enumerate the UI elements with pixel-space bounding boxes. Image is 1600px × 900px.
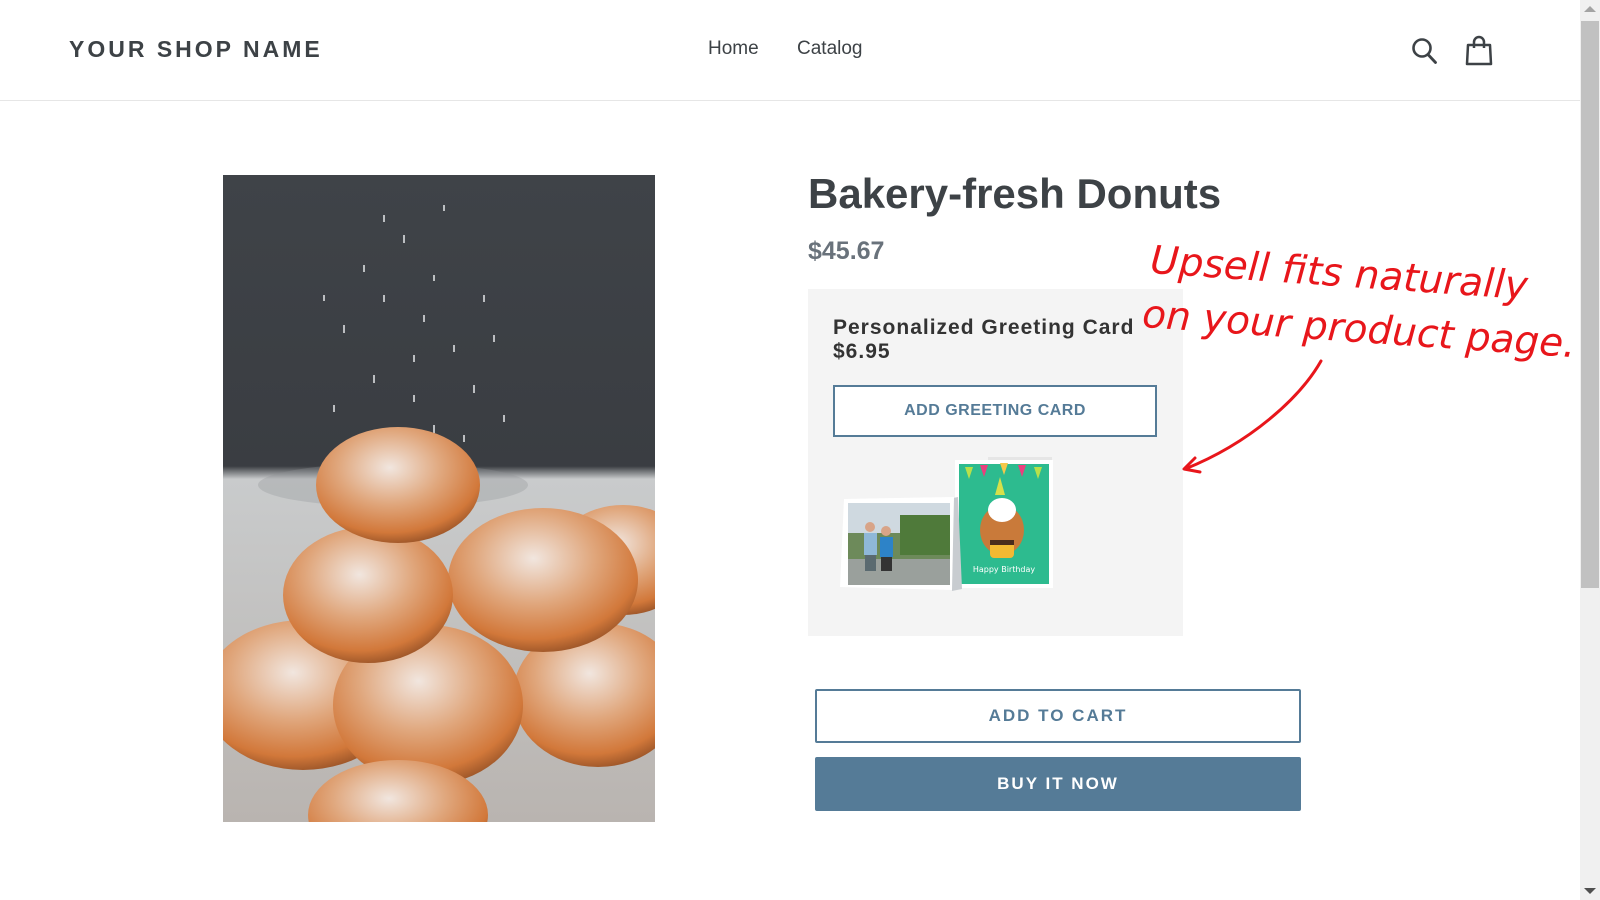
shopping-bag-icon: [1465, 35, 1493, 66]
greeting-card-image: Happy Birthday: [840, 457, 1053, 591]
upsell-box: Personalized Greeting Card $6.95 ADD GRE…: [808, 289, 1183, 636]
scroll-up-arrow-icon[interactable]: [1584, 6, 1596, 12]
scrollbar-thumb[interactable]: [1581, 21, 1599, 588]
search-icon: [1412, 38, 1437, 64]
donuts-photo: [223, 175, 655, 822]
arrow-icon: [1182, 359, 1323, 474]
callout-annotation: Upsell fits naturally on your product pa…: [1140, 228, 1580, 478]
nav-catalog[interactable]: Catalog: [797, 38, 863, 60]
vertical-scrollbar[interactable]: [1580, 0, 1600, 900]
upsell-product-price: $6.95: [833, 340, 891, 363]
product-title: Bakery-fresh Donuts: [808, 170, 1222, 217]
product-price: $45.67: [808, 237, 885, 265]
card-greeting-text: Happy Birthday: [973, 565, 1036, 574]
add-greeting-card-button[interactable]: ADD GREETING CARD: [833, 385, 1157, 437]
search-button[interactable]: [1410, 34, 1440, 68]
upsell-product-name: Personalized Greeting Card: [833, 316, 1135, 339]
site-header: YOUR SHOP NAME Home Catalog: [0, 0, 1580, 101]
add-to-cart-button[interactable]: ADD TO CART: [815, 689, 1301, 743]
nav-home[interactable]: Home: [708, 38, 759, 60]
scroll-down-arrow-icon[interactable]: [1584, 888, 1596, 894]
product-image: [223, 175, 655, 822]
buy-it-now-button[interactable]: BUY IT NOW: [815, 757, 1301, 811]
shop-logo[interactable]: YOUR SHOP NAME: [69, 36, 323, 63]
cart-button[interactable]: [1464, 34, 1494, 68]
